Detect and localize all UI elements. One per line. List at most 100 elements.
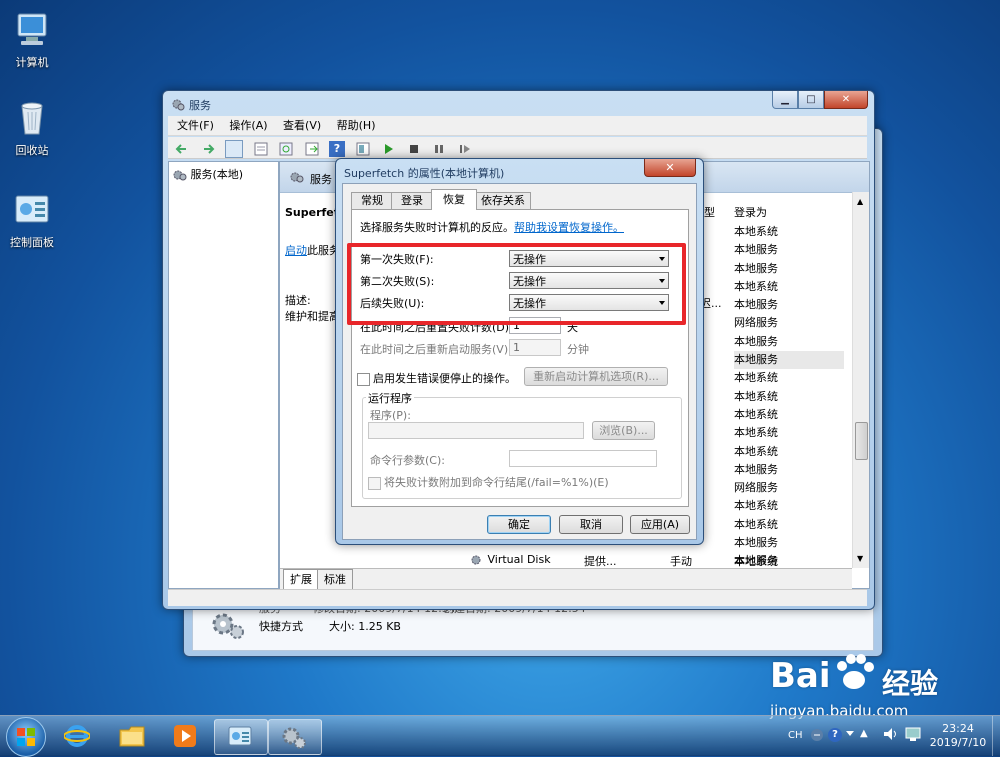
taskbar: CH ? ▲ 23:24 2019/7/10 [0,715,1000,757]
ok-button[interactable]: 确定 [487,515,551,534]
taskbar-services[interactable] [268,719,322,755]
dialog-body: 常规 登录 恢复 依存关系 选择服务失败时计算机的反应。帮助我设置恢复操作。 第… [342,183,697,540]
desktop-icon-computer[interactable]: 计算机 [0,10,67,70]
help-icon[interactable]: ? [329,141,345,157]
tray-expand-icon[interactable]: ▲ [860,728,868,739]
menu-help[interactable]: 帮助(H) [337,119,376,132]
minimize-button[interactable]: ▁ [772,91,798,109]
tree-item-services-local[interactable]: 服务(本地) [173,166,243,182]
pane-header-title: 服务 [310,173,332,186]
restart-service-icon[interactable] [457,141,473,157]
chevron-down-icon [659,279,665,283]
show-hide-icon[interactable] [355,141,371,157]
console-tree-icon[interactable] [225,140,243,158]
properties-icon[interactable] [253,141,269,157]
stop-service-icon[interactable] [406,141,422,157]
start-button[interactable] [6,717,46,757]
help-icon[interactable]: ? [828,728,842,742]
maximize-button[interactable]: □ [798,91,824,109]
computer-icon [12,10,52,50]
toolbar: ? [168,137,867,159]
tab-standard[interactable]: 标准 [317,569,353,590]
menu-view[interactable]: 查看(V) [283,119,321,132]
column-header-type[interactable]: 型 [704,204,715,220]
restart-service-label: 在此时间之后重新启动服务(V): [360,343,512,356]
command-params-label: 命令行参数(C): [370,454,445,467]
scroll-up-icon[interactable]: ▲ [857,197,863,206]
description-text: 维护和提高 [285,310,340,323]
second-failure-label: 第二次失败(S): [360,275,435,288]
subsequent-failure-label: 后续失败(U): [360,297,425,310]
scroll-thumb[interactable] [855,422,868,460]
restart-service-input[interactable]: 1 [509,339,561,356]
tab-logon[interactable]: 登录 [391,192,433,209]
volume-icon[interactable] [882,726,900,745]
clock-date: 2019/7/10 [929,736,987,749]
watermark-cn: 经验 [882,667,939,700]
start-service-line: 启动此服务 [285,244,340,257]
folder-icon [119,726,145,747]
reset-count-input[interactable]: 1 [509,317,561,334]
help-recovery-link[interactable]: 帮助我设置恢复操作。 [514,221,624,234]
gears-icon [290,171,304,186]
start-service-link[interactable]: 启动 [285,244,307,257]
properties-dialog[interactable]: Superfetch 的属性(本地计算机) ✕ 常规 登录 恢复 依存关系 选择… [335,158,704,545]
last-row-start: 手动 [670,555,692,568]
program-input[interactable] [368,422,584,439]
dialog-close-button[interactable]: ✕ [644,159,696,177]
vertical-scrollbar[interactable]: ▲ ▼ [852,192,869,568]
chevron-down-icon [659,257,665,261]
close-button[interactable]: ✕ [824,91,868,109]
logon-as-cell: 本地服务 [734,536,778,550]
append-fail-count-checkbox[interactable]: 将失败计数附加到命令行结尾(/fail=%1%)(E) [368,474,609,490]
network-icon[interactable] [904,726,922,745]
taskbar-explorer[interactable] [106,719,158,753]
cancel-button[interactable]: 取消 [559,515,623,534]
export-list-icon[interactable] [304,141,320,157]
second-failure-select[interactable]: 无操作 [509,272,669,289]
tab-recovery[interactable]: 恢复 [431,189,477,210]
desktop-icon-control-panel[interactable]: 控制面板 [0,190,67,250]
reset-count-label: 在此时间之后重置失败计数(D): [360,321,513,334]
chevron-down-icon[interactable] [846,731,854,736]
forward-arrow-icon[interactable] [200,141,216,157]
restart-computer-options-button[interactable]: 重新启动计算机选项(R)... [524,367,668,386]
ime-icon[interactable] [810,728,824,742]
clock[interactable]: 23:24 2019/7/10 [928,722,988,750]
logon-as-cell: 本地服务 [734,243,778,257]
services-titlebar[interactable]: 服务 ▁ □ ✕ [163,91,874,115]
column-header-logon-as[interactable]: 登录为 [734,204,767,220]
gears-icon [282,727,306,749]
taskbar-ie[interactable] [52,719,104,753]
apply-button[interactable]: 应用(A) [630,515,690,534]
desktop-icon-label: 回收站 [15,144,49,157]
start-service-icon[interactable] [380,141,396,157]
show-desktop-button[interactable] [992,716,1000,756]
taskbar-control-panel[interactable] [214,719,268,755]
pause-service-icon[interactable] [431,141,447,157]
command-params-input[interactable] [509,450,657,467]
logon-as-cell: 本地服务 [734,298,778,312]
stop-actions-checkbox[interactable]: 启用发生错误便停止的操作。 [357,370,516,386]
reset-count-unit: 天 [567,321,578,334]
menu-action[interactable]: 操作(A) [229,119,267,132]
refresh-icon[interactable] [278,141,294,157]
subsequent-failure-select[interactable]: 无操作 [509,294,669,311]
menu-file[interactable]: 文件(F) [177,119,214,132]
scroll-down-icon[interactable]: ▼ [857,554,863,563]
logon-as-cell: 本地系统 [734,407,778,421]
desktop-icon-label: 控制面板 [10,236,54,249]
taskbar-media-player[interactable] [160,719,212,753]
table-row[interactable]: Virtual Disk [470,553,551,566]
desktop-icon-recycle-bin[interactable]: 回收站 [0,98,67,158]
tab-dependencies[interactable]: 依存关系 [475,192,531,209]
browse-button[interactable]: 浏览(B)... [592,421,655,440]
first-failure-select[interactable]: 无操作 [509,250,669,267]
dialog-titlebar[interactable]: Superfetch 的属性(本地计算机) ✕ [336,159,703,181]
language-indicator[interactable]: CH [788,730,803,741]
menu-bar: 文件(F) 操作(A) 查看(V) 帮助(H) [168,116,867,136]
tab-general[interactable]: 常规 [351,192,393,209]
tab-extended[interactable]: 扩展 [283,569,319,590]
checkbox-box [368,476,381,490]
back-arrow-icon[interactable] [174,141,190,157]
